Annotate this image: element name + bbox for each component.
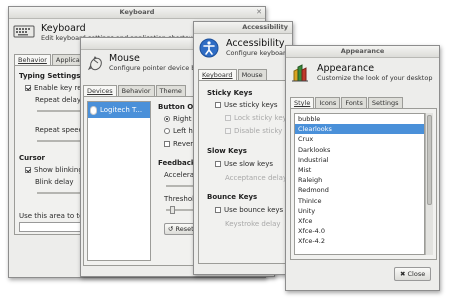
theme-list-item[interactable]: Xfce-4.0 bbox=[295, 226, 424, 236]
checkbox-icon bbox=[25, 167, 31, 173]
appearance-header: Appearance Customize the look of your de… bbox=[317, 63, 432, 82]
bounce-keys-heading: Bounce Keys bbox=[207, 193, 258, 201]
accessibility-icon bbox=[199, 38, 219, 58]
acceptance-delay-label: Acceptance delay bbox=[225, 174, 288, 182]
accessibility-header: Accessibility Configure keyboard and mou… bbox=[226, 38, 292, 57]
mouse-device-icon bbox=[90, 105, 97, 115]
use-sticky-label: Use sticky keys bbox=[224, 101, 278, 109]
radio-icon bbox=[164, 116, 170, 122]
sticky-keys-heading: Sticky Keys bbox=[207, 89, 253, 97]
theme-list-item[interactable]: Mist bbox=[295, 165, 424, 175]
device-list-item[interactable]: Logitech T... bbox=[88, 102, 150, 118]
checkbox-icon bbox=[164, 141, 170, 147]
show-blinking-label: Show blinking bbox=[34, 166, 83, 174]
use-bounce-label: Use bounce keys bbox=[224, 206, 284, 214]
theme-list-item[interactable]: Raleigh bbox=[295, 175, 424, 185]
close-icon[interactable]: ✕ bbox=[256, 8, 262, 16]
blink-delay-label: Blink delay bbox=[35, 178, 74, 186]
checkbox-icon bbox=[25, 85, 31, 91]
appearance-name: Appearance bbox=[317, 63, 375, 74]
mouse-icon bbox=[87, 56, 102, 71]
appearance-titlebar[interactable]: Appearance bbox=[286, 46, 439, 58]
tab-fonts[interactable]: Fonts bbox=[341, 97, 367, 108]
device-list: Logitech T... bbox=[87, 101, 151, 261]
theme-list-item[interactable]: Industrial bbox=[295, 155, 424, 165]
keyboard-name: Keyboard bbox=[41, 23, 86, 34]
accessibility-name: Accessibility bbox=[226, 38, 285, 49]
repeat-delay-label: Repeat delay bbox=[35, 96, 81, 104]
appearance-tabs: Style Icons Fonts Settings bbox=[290, 97, 404, 108]
close-icon: ✖ bbox=[400, 270, 408, 278]
reset-icon: ↺ bbox=[168, 225, 176, 233]
repeat-speed-label: Repeat speed bbox=[35, 126, 84, 134]
slow-keys-heading: Slow Keys bbox=[207, 147, 247, 155]
close-button[interactable]: ✖ Close bbox=[394, 267, 432, 281]
appearance-window: Appearance Appearance Customize the look… bbox=[285, 45, 440, 291]
checkbox-icon bbox=[225, 128, 231, 134]
theme-list-scrollbar[interactable] bbox=[425, 113, 433, 255]
acceleration-slider[interactable] bbox=[166, 185, 196, 187]
close-label: Close bbox=[407, 270, 426, 278]
theme-list-item[interactable]: Xfce bbox=[295, 216, 424, 226]
threshold-slider[interactable] bbox=[166, 206, 196, 214]
theme-list-item[interactable]: Unity bbox=[295, 206, 424, 216]
show-blinking-checkbox[interactable]: Show blinking bbox=[25, 166, 83, 174]
checkbox-icon bbox=[215, 102, 221, 108]
theme-list-item[interactable]: Xfce-4.2 bbox=[295, 236, 424, 246]
reset-label: Reset bbox=[175, 225, 194, 233]
appearance-title: Appearance bbox=[340, 47, 385, 55]
tab-settings[interactable]: Settings bbox=[367, 97, 403, 108]
theme-list-item[interactable]: Crux bbox=[295, 134, 424, 144]
accessibility-panel: Sticky Keys Use sticky keys Lock sticky … bbox=[198, 80, 292, 264]
lock-sticky-keys-checkbox[interactable]: Lock sticky keys bbox=[225, 114, 290, 122]
keyboard-titlebar[interactable]: Keyboard ✕ bbox=[9, 7, 265, 19]
use-slow-label: Use slow keys bbox=[224, 160, 274, 168]
tab-style[interactable]: Style bbox=[290, 97, 315, 108]
typing-settings-heading: Typing Settings bbox=[19, 72, 81, 80]
keyboard-icon bbox=[13, 25, 35, 38]
checkbox-icon bbox=[215, 207, 221, 213]
disable-sticky-keys-checkbox[interactable]: Disable sticky keys bbox=[225, 127, 292, 135]
checkbox-icon bbox=[225, 115, 231, 121]
appearance-panel: bubble Clearlooks Crux Darklooks Industrial M… bbox=[290, 108, 437, 260]
theme-list: bubble Clearlooks Crux Darklooks Industrial M… bbox=[294, 113, 425, 255]
accessibility-window: Accessibility Accessibility Configure ke… bbox=[193, 21, 293, 275]
checkbox-icon bbox=[215, 161, 221, 167]
test-area-input[interactable] bbox=[19, 222, 89, 232]
tab-icons[interactable]: Icons bbox=[315, 97, 341, 108]
theme-list-item[interactable]: Redmond bbox=[295, 185, 424, 195]
use-slow-keys-checkbox[interactable]: Use slow keys bbox=[215, 160, 273, 168]
theme-list-item[interactable]: ThinIce bbox=[295, 196, 424, 206]
cursor-heading: Cursor bbox=[19, 154, 46, 162]
use-sticky-keys-checkbox[interactable]: Use sticky keys bbox=[215, 101, 278, 109]
tab-theme[interactable]: Theme bbox=[155, 85, 186, 96]
scrollbar-thumb[interactable] bbox=[427, 115, 432, 205]
tab-behavior[interactable]: Behavior bbox=[117, 85, 155, 96]
keystroke-delay-label: Keystroke delay bbox=[225, 220, 281, 228]
use-bounce-keys-checkbox[interactable]: Use bounce keys bbox=[215, 206, 283, 214]
theme-list-item[interactable]: Darklooks bbox=[295, 145, 424, 155]
feedback-heading: Feedback bbox=[158, 159, 196, 167]
tab-behavior[interactable]: Behavior bbox=[14, 54, 51, 65]
tab-devices[interactable]: Devices bbox=[83, 85, 117, 96]
appearance-desc: Customize the look of your desktop bbox=[317, 74, 433, 82]
lock-sticky-label: Lock sticky keys bbox=[234, 114, 291, 122]
theme-list-item[interactable]: bubble bbox=[295, 114, 424, 124]
tab-keyboard[interactable]: Keyboard bbox=[198, 69, 237, 80]
appearance-icon bbox=[292, 64, 308, 82]
keyboard-title: Keyboard bbox=[119, 8, 155, 16]
accessibility-title: Accessibility bbox=[242, 23, 288, 31]
accessibility-tabs: Keyboard Mouse bbox=[198, 69, 268, 80]
accessibility-desc: Configure keyboard and mouse bbox=[226, 49, 292, 57]
mouse-tabs: Devices Behavior Theme bbox=[83, 85, 187, 96]
radio-icon bbox=[164, 128, 170, 134]
device-name: Logitech T... bbox=[100, 106, 143, 114]
accessibility-titlebar[interactable]: Accessibility bbox=[194, 22, 292, 34]
threshold-knob[interactable] bbox=[170, 206, 175, 214]
theme-list-item[interactable]: Clearlooks bbox=[295, 124, 424, 135]
tab-mouse[interactable]: Mouse bbox=[237, 69, 267, 80]
